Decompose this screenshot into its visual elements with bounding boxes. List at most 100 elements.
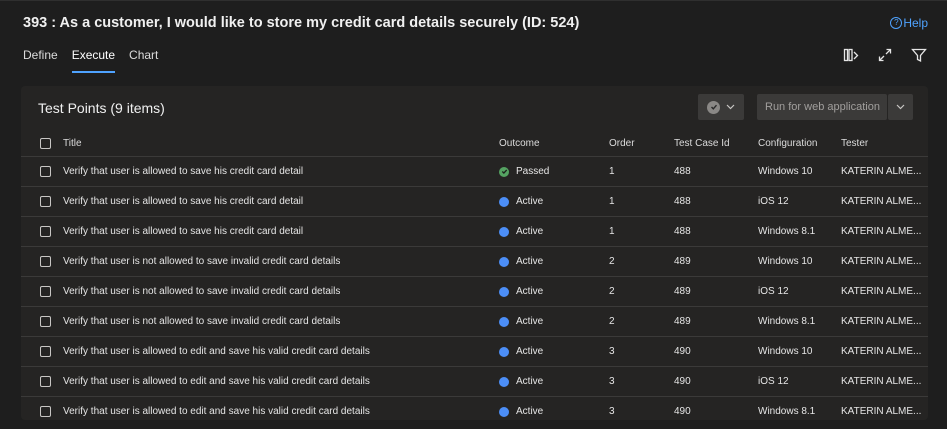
row-test-case-id: 488 — [674, 196, 691, 207]
row-title: Verify that user is allowed to edit and … — [63, 406, 370, 417]
row-order: 1 — [609, 226, 615, 237]
row-title: Verify that user is allowed to save his … — [63, 196, 304, 207]
row-outcome: Active — [516, 376, 544, 387]
row-title: Verify that user is allowed to edit and … — [63, 346, 370, 357]
row-checkbox[interactable] — [40, 406, 51, 417]
outcome-dropdown-button[interactable] — [698, 94, 744, 120]
table-row[interactable]: Verify that user is not allowed to save … — [21, 247, 928, 277]
row-configuration: iOS 12 — [758, 286, 789, 297]
row-tester: KATERIN ALME... — [841, 256, 922, 267]
row-title: Verify that user is allowed to save his … — [63, 166, 304, 177]
table-body: Verify that user is allowed to save his … — [21, 157, 928, 426]
row-outcome: Active — [516, 346, 544, 357]
table-row[interactable]: Verify that user is allowed to edit and … — [21, 337, 928, 367]
select-all-checkbox[interactable] — [40, 137, 51, 149]
active-status-icon — [499, 256, 509, 267]
run-button[interactable]: Run for web application — [757, 94, 887, 120]
chevron-down-icon — [726, 104, 735, 110]
row-tester: KATERIN ALME... — [841, 346, 922, 357]
active-status-icon — [499, 376, 509, 387]
row-checkbox[interactable] — [40, 376, 51, 387]
row-test-case-id: 488 — [674, 226, 691, 237]
row-test-case-id: 489 — [674, 256, 691, 267]
row-title: Verify that user is not allowed to save … — [63, 316, 341, 327]
row-title: Verify that user is allowed to save his … — [63, 226, 304, 237]
row-checkbox[interactable] — [40, 166, 51, 177]
passed-status-icon — [499, 166, 509, 177]
row-order: 1 — [609, 166, 615, 177]
row-test-case-id: 490 — [674, 406, 691, 417]
row-checkbox[interactable] — [40, 196, 51, 207]
row-test-case-id: 490 — [674, 376, 691, 387]
chevron-down-icon — [896, 104, 905, 110]
row-configuration: Windows 10 — [758, 166, 813, 177]
row-checkbox[interactable] — [40, 346, 51, 357]
tab-execute[interactable]: Execute — [71, 48, 116, 73]
column-options-icon[interactable] — [843, 47, 859, 63]
row-order: 3 — [609, 376, 615, 387]
tab-define[interactable]: Define — [23, 48, 58, 73]
row-outcome: Active — [516, 406, 544, 417]
column-header-test-case-id[interactable]: Test Case Id — [674, 130, 730, 156]
row-order: 1 — [609, 196, 615, 207]
table-row[interactable]: Verify that user is allowed to save his … — [21, 217, 928, 247]
active-status-icon — [499, 286, 509, 297]
row-outcome: Active — [516, 256, 544, 267]
row-configuration: iOS 12 — [758, 376, 789, 387]
table-header: Title Outcome Order Test Case Id Configu… — [21, 130, 928, 157]
page-title: 393 : As a customer, I would like to sto… — [23, 15, 580, 31]
row-checkbox[interactable] — [40, 256, 51, 267]
row-tester: KATERIN ALME... — [841, 406, 922, 417]
table-row[interactable]: Verify that user is allowed to save his … — [21, 187, 928, 217]
row-configuration: Windows 10 — [758, 346, 813, 357]
table-row[interactable]: Verify that user is not allowed to save … — [21, 307, 928, 337]
active-status-icon — [499, 406, 509, 417]
row-checkbox[interactable] — [40, 286, 51, 297]
row-test-case-id: 489 — [674, 316, 691, 327]
row-order: 3 — [609, 406, 615, 417]
column-header-tester[interactable]: Tester — [841, 130, 868, 156]
toolbar-icons — [843, 47, 927, 63]
row-outcome: Passed — [516, 166, 550, 177]
table-row[interactable]: Verify that user is allowed to edit and … — [21, 367, 928, 397]
run-options-dropdown[interactable] — [888, 94, 913, 120]
row-title: Verify that user is allowed to edit and … — [63, 376, 370, 387]
help-circle-icon: ? — [890, 17, 903, 29]
row-configuration: iOS 12 — [758, 196, 789, 207]
row-configuration: Windows 10 — [758, 256, 813, 267]
row-test-case-id: 488 — [674, 166, 691, 177]
active-status-icon — [499, 226, 509, 237]
row-checkbox[interactable] — [40, 226, 51, 237]
expand-icon[interactable] — [877, 47, 893, 63]
filter-icon[interactable] — [911, 47, 927, 63]
active-status-icon — [499, 346, 509, 357]
page-container: 393 : As a customer, I would like to sto… — [0, 0, 947, 429]
column-header-configuration[interactable]: Configuration — [758, 130, 817, 156]
table-row[interactable]: Verify that user is allowed to save his … — [21, 157, 928, 187]
help-link[interactable]: ? Help — [890, 16, 928, 30]
row-outcome: Active — [516, 286, 544, 297]
row-title: Verify that user is not allowed to save … — [63, 256, 341, 267]
test-points-panel: Test Points (9 items) Run for web applic… — [21, 86, 928, 420]
column-header-order[interactable]: Order — [609, 130, 635, 156]
row-tester: KATERIN ALME... — [841, 286, 922, 297]
row-tester: KATERIN ALME... — [841, 226, 922, 237]
table-row[interactable]: Verify that user is allowed to edit and … — [21, 397, 928, 426]
active-status-icon — [499, 316, 509, 327]
row-tester: KATERIN ALME... — [841, 196, 922, 207]
row-order: 2 — [609, 256, 615, 267]
row-test-case-id: 490 — [674, 346, 691, 357]
row-outcome: Active — [516, 226, 544, 237]
tab-chart[interactable]: Chart — [129, 48, 158, 73]
column-header-outcome[interactable]: Outcome — [499, 130, 540, 156]
check-circle-icon — [707, 100, 720, 114]
row-order: 2 — [609, 316, 615, 327]
row-configuration: Windows 8.1 — [758, 406, 816, 417]
row-checkbox[interactable] — [40, 316, 51, 327]
panel-title: Test Points (9 items) — [38, 100, 165, 116]
row-tester: KATERIN ALME... — [841, 316, 922, 327]
row-configuration: Windows 8.1 — [758, 316, 816, 327]
column-header-title[interactable]: Title — [63, 130, 82, 156]
table-row[interactable]: Verify that user is not allowed to save … — [21, 277, 928, 307]
row-outcome: Active — [516, 316, 544, 327]
